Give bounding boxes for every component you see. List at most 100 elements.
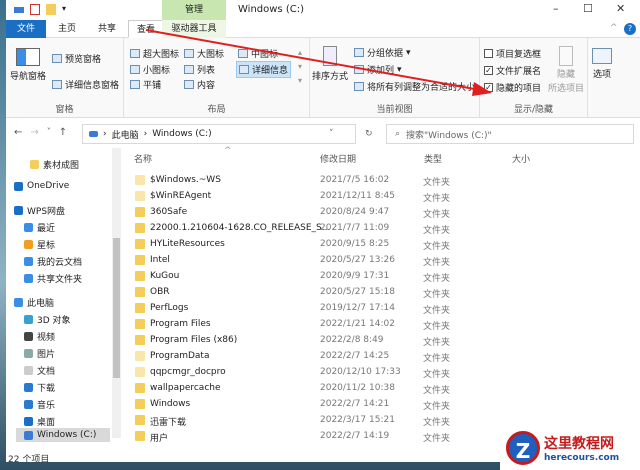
add-columns-button[interactable]: 添加列 ▾ — [354, 63, 402, 76]
column-header-date[interactable]: 修改日期 — [320, 152, 356, 165]
layout-list[interactable]: 列表 — [184, 63, 215, 76]
file-name: Windows — [150, 399, 191, 409]
forward-icon[interactable]: → — [30, 127, 38, 138]
address-row: ← → ˅ ↑ › 此电脑 › Windows (C:) ˅ ↻ ⌕ 搜索"Win… — [6, 124, 640, 144]
sidebar-item[interactable]: 下载 — [24, 381, 55, 394]
sidebar-item-icon — [24, 332, 33, 341]
preview-pane-label: 预览窗格 — [65, 55, 102, 65]
sidebar-item[interactable]: 共享文件夹 — [24, 272, 82, 285]
help-icon[interactable]: ? — [624, 23, 636, 35]
layout-xl-icons[interactable]: 超大图标 — [130, 47, 179, 60]
sidebar-item[interactable]: Windows (C:) — [16, 428, 110, 442]
checkbox[interactable]: ✓ — [484, 83, 493, 92]
fit-columns-button[interactable]: 将所有列调整为合适的大小 — [354, 80, 475, 93]
file-name: 迅雷下载 — [150, 418, 187, 428]
file-row[interactable]: Windows 2022/2/7 14:21 文件夹 — [132, 397, 632, 412]
sidebar-item[interactable]: OneDrive — [14, 181, 69, 191]
sidebar-item[interactable]: 3D 对象 — [24, 313, 71, 326]
tab-home[interactable]: 主页 — [50, 20, 84, 38]
sidebar-item[interactable]: 我的云文档 — [24, 255, 82, 268]
layout-content[interactable]: 内容 — [184, 78, 215, 91]
nav-pane-button[interactable]: 导航窗格 — [10, 48, 46, 82]
file-row[interactable]: Program Files 2022/1/21 14:02 文件夹 — [132, 317, 632, 332]
sidebar-item[interactable]: 桌面 — [24, 415, 55, 428]
xl-icons-icon — [130, 49, 140, 58]
tab-view[interactable]: 查看 — [128, 20, 165, 38]
checkbox[interactable] — [484, 49, 493, 58]
file-row[interactable]: ProgramData 2022/2/7 14:25 文件夹 — [132, 349, 632, 364]
refresh-icon[interactable]: ↻ — [365, 129, 373, 139]
sidebar-item[interactable]: 素材成图 — [30, 158, 79, 171]
scrollbar-thumb[interactable] — [113, 238, 120, 378]
recent-dropdown-icon[interactable]: ˅ — [47, 127, 51, 138]
file-row[interactable]: wallpapercache 2020/11/2 10:38 文件夹 — [132, 381, 632, 396]
search-input[interactable]: ⌕ 搜索"Windows (C:)" — [386, 124, 634, 144]
address-bar[interactable]: › 此电脑 › Windows (C:) ˅ ↻ — [82, 124, 373, 144]
column-header-size[interactable]: 大小 — [512, 152, 530, 165]
fit-columns-icon — [354, 82, 364, 91]
collapse-ribbon-icon[interactable]: ^ — [610, 23, 618, 33]
column-header-type[interactable]: 类型 — [424, 152, 442, 165]
hidden-items-toggle[interactable]: ✓ 隐藏的项目 — [484, 81, 541, 94]
layout-large-icons[interactable]: 大图标 — [184, 47, 224, 60]
layout-medium-icons[interactable]: 中图标 — [238, 47, 278, 60]
drive-icon[interactable] — [14, 6, 24, 13]
file-row[interactable]: HYLiteResources 2020/9/15 8:25 文件夹 — [132, 237, 632, 252]
file-row[interactable]: OBR 2020/5/27 15:18 文件夹 — [132, 285, 632, 300]
new-folder-icon[interactable] — [46, 4, 56, 15]
file-row[interactable]: KuGou 2020/9/9 17:31 文件夹 — [132, 269, 632, 284]
tab-share[interactable]: 共享 — [90, 20, 124, 38]
sort-by-button[interactable]: 排序方式 — [312, 46, 348, 82]
file-row[interactable]: $WinREAgent 2021/12/11 8:45 文件夹 — [132, 189, 632, 204]
minimize-button[interactable]: – — [553, 2, 559, 15]
breadcrumb-this-pc[interactable]: 此电脑 — [112, 128, 139, 141]
folder-icon — [135, 287, 145, 297]
sidebar-item[interactable]: 文档 — [24, 364, 55, 377]
up-icon[interactable]: ↑ — [59, 127, 67, 138]
back-icon[interactable]: ← — [14, 127, 22, 138]
watermark: Z 这里教程网 herecours.com — [500, 426, 640, 470]
file-row[interactable]: 22000.1.210604-1628.CO_RELEASE_S...2021/… — [132, 221, 632, 236]
large-icons-icon — [184, 49, 194, 58]
layout-details[interactable]: 详细信息 — [236, 61, 292, 78]
sidebar-scrollbar[interactable] — [112, 148, 121, 438]
sidebar-item[interactable]: 最近 — [24, 221, 55, 234]
dropdown-icon[interactable]: ▾ — [62, 4, 70, 15]
sidebar-item[interactable]: 图片 — [24, 347, 55, 360]
file-row[interactable]: 360Safe 2020/8/24 9:47 文件夹 — [132, 205, 632, 220]
checkbox[interactable]: ✓ — [484, 66, 493, 75]
item-checkbox-toggle[interactable]: 项目复选框 — [484, 47, 541, 60]
sidebar-item-label: Windows (C:) — [37, 430, 97, 440]
file-row[interactable]: $Windows.~WS 2021/7/5 16:02 文件夹 — [132, 173, 632, 188]
options-button[interactable]: 选项 — [592, 48, 612, 80]
group-by-button[interactable]: 分组依据 ▾ — [354, 46, 411, 59]
tab-file[interactable]: 文件 — [6, 20, 46, 38]
preview-pane-button[interactable]: 预览窗格 — [52, 52, 101, 65]
file-row[interactable]: qqpcmgr_docpro 2020/12/10 17:33 文件夹 — [132, 365, 632, 380]
list-icon — [184, 65, 194, 74]
close-button[interactable]: ✕ — [616, 2, 625, 15]
maximize-button[interactable]: ☐ — [583, 2, 593, 15]
sidebar-item-label: 图片 — [37, 350, 56, 360]
file-row[interactable]: PerfLogs 2019/12/7 17:14 文件夹 — [132, 301, 632, 316]
sidebar-item[interactable]: 视频 — [24, 330, 55, 343]
tab-drive-tools[interactable]: 驱动器工具 — [162, 20, 226, 38]
sidebar-item[interactable]: 音乐 — [24, 398, 55, 411]
file-extensions-label: 文件扩展名 — [496, 67, 542, 77]
column-header-name[interactable]: 名称 — [134, 152, 152, 165]
layout-scroll-icon[interactable]: ▴ ▾ ▾ — [298, 46, 302, 88]
sidebar-item[interactable]: 此电脑 — [14, 296, 54, 309]
properties-icon[interactable] — [30, 4, 40, 15]
details-pane-button[interactable]: 详细信息窗格 — [52, 78, 119, 91]
address-dropdown-icon[interactable]: ˅ — [329, 129, 334, 139]
file-row[interactable]: Intel 2020/5/27 13:26 文件夹 — [132, 253, 632, 268]
context-tab-manage[interactable]: 管理 — [162, 0, 226, 20]
file-extensions-toggle[interactable]: ✓ 文件扩展名 — [484, 64, 541, 77]
layout-tiles[interactable]: 平铺 — [130, 78, 161, 91]
sidebar-item[interactable]: 星标 — [24, 238, 55, 251]
hide-selected-button[interactable]: 隐藏 所选项目 — [548, 46, 584, 94]
sidebar-item[interactable]: WPS网盘 — [14, 204, 65, 217]
breadcrumb-drive[interactable]: Windows (C:) — [152, 129, 211, 139]
layout-small-icons[interactable]: 小图标 — [130, 63, 170, 76]
file-row[interactable]: Program Files (x86) 2022/2/8 8:49 文件夹 — [132, 333, 632, 348]
